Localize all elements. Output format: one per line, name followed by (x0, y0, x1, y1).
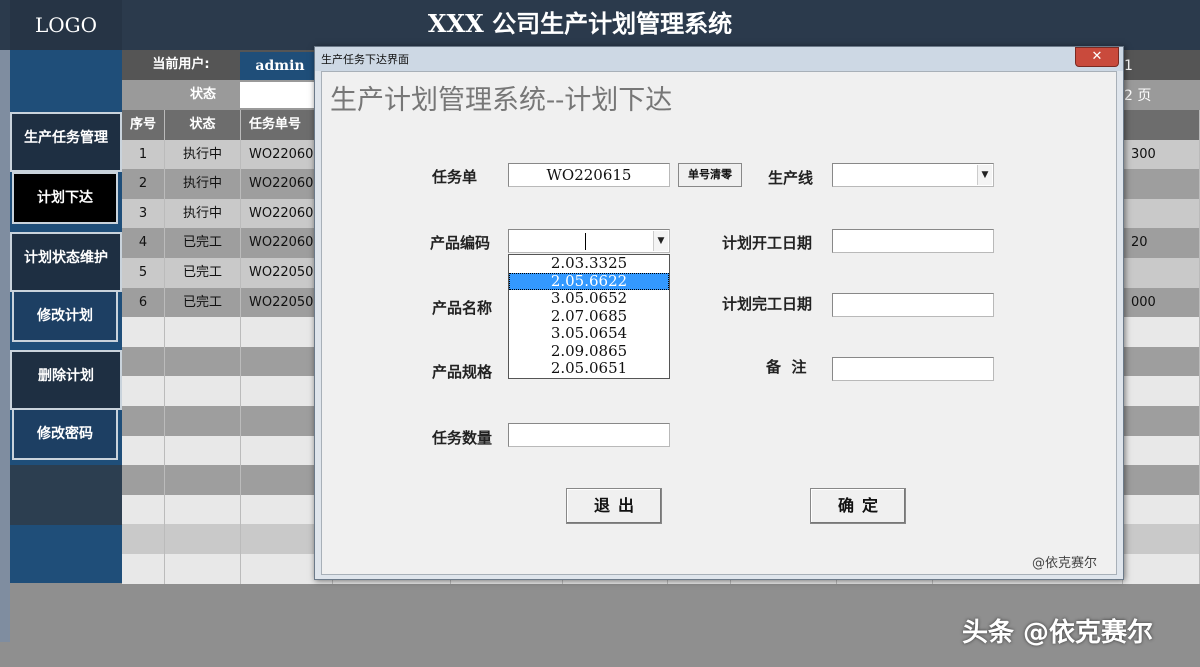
left-strip (0, 50, 10, 667)
exit-button[interactable]: 退出 (566, 488, 662, 524)
chevron-down-icon[interactable]: ▼ (653, 231, 668, 251)
dialog-title-bar[interactable]: 生产任务下达界面 ✕ (315, 47, 1123, 71)
product-spec-label: 产品规格 (432, 363, 493, 381)
record-count: 1 (1124, 58, 1133, 74)
header-status: 状态 (165, 110, 241, 140)
dropdown-option[interactable]: 2.05.0651 (509, 359, 669, 378)
start-date-field[interactable] (832, 229, 994, 253)
dialog-window-title: 生产任务下达界面 (321, 53, 409, 66)
confirm-button[interactable]: 确定 (810, 488, 906, 524)
dropdown-option[interactable]: 2.09.0865 (509, 342, 669, 361)
dialog-credit: @依克赛尔 (1032, 556, 1098, 571)
sidebar-band (10, 465, 122, 525)
task-order-label: 任务单 (432, 168, 478, 186)
dialog-heading: 生产计划管理系统--计划下达 (330, 85, 673, 116)
line-combo[interactable]: ▼ (832, 163, 994, 187)
product-name-label: 产品名称 (432, 299, 493, 317)
start-date-label: 计划开工日期 (722, 234, 813, 252)
end-date-label: 计划完工日期 (722, 295, 813, 313)
chevron-down-icon[interactable]: ▼ (977, 165, 992, 185)
watermark: 头条 @依克赛尔 (962, 618, 1154, 648)
remark-label: 备 注 (766, 358, 807, 376)
sidebar-item-modify-plan[interactable]: 修改计划 (12, 290, 118, 342)
clear-order-button[interactable]: 单号清零 (678, 163, 742, 187)
sidebar-item-change-password[interactable]: 修改密码 (12, 408, 118, 460)
dropdown-option[interactable]: 2.03.3325 (509, 254, 669, 273)
close-button[interactable]: ✕ (1075, 47, 1119, 67)
end-date-field[interactable] (832, 293, 994, 317)
task-order-field[interactable]: WO220615 (508, 163, 670, 187)
dropdown-option-selected[interactable]: 2.05.6622 (509, 272, 669, 290)
page-count: 2 页 (1124, 88, 1152, 104)
app-title: XXX 公司生产计划管理系统 (427, 9, 733, 38)
header-no: 序号 (122, 110, 165, 140)
quantity-field[interactable] (508, 423, 670, 447)
plan-release-dialog: 生产任务下达界面 ✕ 生产计划管理系统--计划下达 任务单 WO220615 单… (314, 46, 1124, 580)
close-icon: ✕ (1091, 49, 1103, 64)
dropdown-option[interactable]: 3.05.0654 (509, 324, 669, 343)
sidebar-item-delete-plan[interactable]: 删除计划 (10, 350, 122, 410)
sidebar-item-plan-status[interactable]: 计划状态维护 (10, 232, 122, 292)
current-user-label: 当前用户: (152, 57, 210, 72)
dialog-body: 生产计划管理系统--计划下达 任务单 WO220615 单号清零 生产线 ▼ 产… (321, 71, 1117, 575)
line-label: 生产线 (768, 169, 814, 187)
state-label: 状态 (189, 87, 216, 102)
sidebar-top (10, 50, 122, 110)
state-field[interactable] (240, 82, 320, 108)
product-code-combo[interactable]: ▼ (508, 229, 670, 253)
quantity-label: 任务数量 (432, 429, 493, 447)
current-user-value: admin (240, 52, 320, 80)
sidebar-item-plan-release[interactable]: 计划下达 (12, 172, 118, 224)
product-code-label: 产品编码 (430, 234, 491, 252)
dropdown-option[interactable]: 2.07.0685 (509, 307, 669, 326)
logo: LOGO (10, 0, 122, 50)
text-caret (585, 233, 586, 250)
remark-field[interactable] (832, 357, 994, 381)
sidebar-item-task-management[interactable]: 生产任务管理 (10, 112, 122, 172)
sidebar: 生产任务管理 计划下达 计划状态维护 修改计划 删除计划 修改密码 (10, 50, 122, 583)
product-code-dropdown: 2.03.3325 2.05.6622 3.05.0652 2.07.0685 … (508, 254, 670, 379)
dropdown-option[interactable]: 3.05.0652 (509, 289, 669, 308)
